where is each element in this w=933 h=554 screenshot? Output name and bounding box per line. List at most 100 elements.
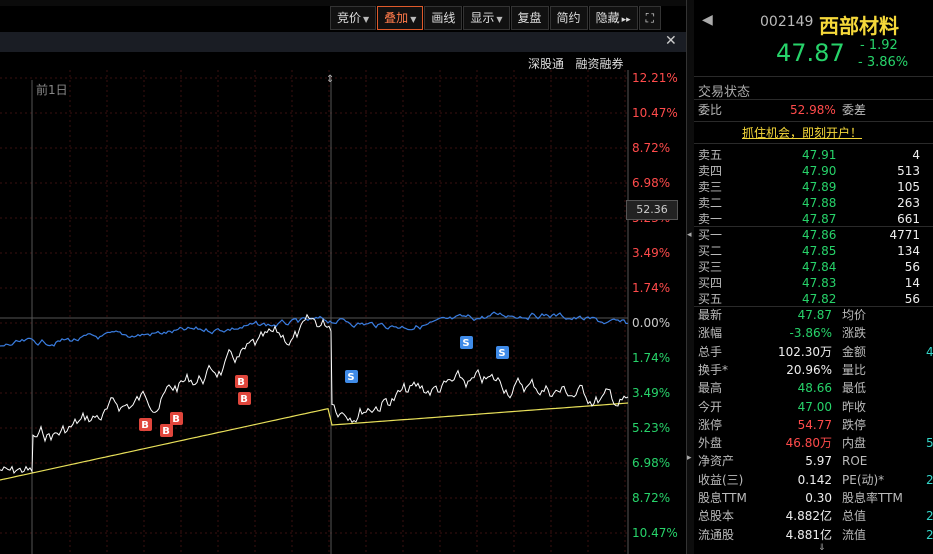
bids-price: 47.86 bbox=[802, 228, 837, 242]
stat-label: 今开 bbox=[698, 399, 723, 414]
stat-value: 102.30万 bbox=[778, 344, 832, 359]
close-icon[interactable]: ✕ bbox=[665, 33, 677, 49]
chevron-down-icon: ▼ bbox=[363, 15, 370, 24]
replay-button[interactable]: 复盘 bbox=[510, 6, 549, 30]
bids-price: 47.83 bbox=[802, 276, 837, 290]
stat-row: 收益(三) 0.142 PE(动)* 2 bbox=[698, 472, 933, 489]
stat-value: 4.881亿 bbox=[785, 527, 832, 542]
buy-marker: B bbox=[238, 392, 251, 405]
stat-label-2: 金额 bbox=[842, 344, 867, 359]
stat-label: 收益(三) bbox=[698, 472, 744, 487]
horizontal-grid bbox=[0, 77, 628, 534]
draw-line-button[interactable]: 画线 bbox=[424, 6, 463, 30]
stock-code: 002149 bbox=[760, 14, 814, 30]
overlay-button[interactable]: 叠加 ▼ bbox=[377, 6, 424, 30]
trade-status-label: 交易状态 bbox=[698, 85, 751, 100]
bids-volume: 134 bbox=[897, 244, 920, 258]
fullscreen-icon: ⛶ bbox=[645, 11, 655, 25]
buy-marker-text: B bbox=[141, 420, 149, 431]
bids-row[interactable]: 买四 47.83 14 bbox=[698, 275, 933, 292]
hide-button[interactable]: 隐藏 ▸▸ bbox=[588, 6, 638, 30]
stat-row: 总股本 4.882亿 总值 2 bbox=[698, 508, 933, 525]
y-axis-labels: 12.21% 10.47% 8.72% 6.98% 5.23% 3.49% 1.74% 0.0… bbox=[632, 71, 678, 540]
stat-row: 流通股 4.881亿 流值 2 bbox=[698, 527, 933, 544]
index-line bbox=[0, 311, 629, 347]
y-axis-label: 12.21% bbox=[632, 71, 678, 85]
collapse-left-icon[interactable]: ◂ bbox=[687, 230, 692, 240]
stat-label: 最新 bbox=[698, 308, 723, 322]
bids-row[interactable]: 买二 47.85 134 bbox=[698, 243, 933, 260]
stat-row: 总手 102.30万 金额 4 bbox=[698, 344, 933, 361]
stat-value-2: 2 bbox=[926, 527, 933, 542]
open-account-link[interactable]: 抓住机会，即刻开户！ bbox=[742, 124, 862, 141]
order-diff-label: 委差 bbox=[842, 103, 867, 117]
tag-margin-trading[interactable]: 融资融券 bbox=[575, 57, 623, 71]
sell-marker: S bbox=[496, 346, 509, 359]
stat-value: 47.87 bbox=[797, 308, 832, 322]
stat-row: 换手* 20.96% 量比 bbox=[698, 362, 933, 379]
stat-label-2: 跌停 bbox=[842, 417, 867, 432]
trade-markers: BBBBBSSS bbox=[139, 336, 509, 437]
asks-price: 47.88 bbox=[802, 196, 837, 210]
sell-marker-text: S bbox=[347, 372, 354, 383]
price-line bbox=[0, 313, 629, 475]
stat-label-2: 总值 bbox=[842, 509, 867, 524]
bids-volume: 56 bbox=[904, 260, 920, 274]
stat-label-2: 流值 bbox=[842, 527, 867, 542]
quote-panel: ◀ 002149 西部材料 47.87 - 1.92 - 3.86% 交易状态 … bbox=[694, 0, 933, 554]
stat-value-2: 5 bbox=[926, 436, 933, 451]
stat-label-2: 最低 bbox=[842, 381, 867, 396]
y-axis-label: 10.47% bbox=[632, 106, 678, 120]
tag-shenzhen-connect[interactable]: 深股通 bbox=[528, 57, 564, 71]
stat-label-2: 均价 bbox=[842, 308, 867, 322]
buy-marker: B bbox=[160, 424, 173, 437]
fullscreen-button[interactable]: ⛶ bbox=[638, 6, 662, 30]
chevron-down-icon: ▼ bbox=[410, 15, 417, 24]
stat-label-2: 量比 bbox=[842, 362, 867, 377]
bids-row[interactable]: 买三 47.84 56 bbox=[698, 259, 933, 276]
bids-level-label: 买三 bbox=[698, 260, 723, 274]
asks-row[interactable]: 卖三 47.89 105 bbox=[698, 179, 933, 196]
stat-value: 0.30 bbox=[805, 491, 832, 505]
asks-level-label: 卖三 bbox=[698, 180, 723, 194]
buy-marker: B bbox=[235, 375, 248, 388]
bid-button[interactable]: 竞价 ▼ bbox=[330, 6, 377, 30]
bids-row[interactable]: 买一 47.86 4771 bbox=[698, 227, 933, 244]
drag-handle-icon: ⇕ bbox=[326, 74, 334, 85]
sell-marker-text: S bbox=[462, 338, 469, 349]
buy-marker-text: B bbox=[237, 377, 245, 388]
stat-label: 外盘 bbox=[698, 436, 723, 451]
y-axis-label: 3.49% bbox=[632, 386, 670, 400]
scroll-down-icon[interactable]: ⇓ bbox=[818, 543, 826, 553]
bids-volume: 4771 bbox=[889, 228, 920, 242]
y-axis-label: 10.47% bbox=[632, 526, 678, 540]
intraday-chart[interactable]: 前1日 ⇕ BBBBBSSS 12.21%10.47%8.72%6.98%5.2… bbox=[0, 70, 690, 554]
prev-day-label: 前1日 bbox=[36, 82, 68, 97]
stat-label: 换手* bbox=[698, 362, 729, 377]
stat-value: 20.96% bbox=[786, 362, 832, 377]
simple-button[interactable]: 简约 bbox=[549, 6, 588, 30]
y-axis-label: 1.74% bbox=[632, 281, 670, 295]
asks-volume: 4 bbox=[912, 148, 920, 162]
collapse-right-icon[interactable]: ▸ bbox=[687, 453, 692, 463]
stat-label-2: 内盘 bbox=[842, 436, 867, 451]
buy-marker-text: B bbox=[162, 426, 170, 437]
bids-price: 47.84 bbox=[802, 260, 837, 274]
stat-label: 最高 bbox=[698, 381, 723, 396]
price-change: - 1.92 bbox=[860, 38, 898, 53]
asks-volume: 263 bbox=[897, 196, 920, 210]
prev-stock-icon[interactable]: ◀ bbox=[702, 12, 713, 28]
expand-icon: ▸▸ bbox=[621, 15, 631, 25]
stat-label: 股息TTM bbox=[698, 491, 747, 505]
asks-row[interactable]: 卖二 47.88 263 bbox=[698, 195, 933, 212]
asks-row[interactable]: 卖五 47.91 4 bbox=[698, 147, 933, 164]
asks-row[interactable]: 卖四 47.90 513 bbox=[698, 163, 933, 180]
stat-row: 最新 47.87 均价 bbox=[698, 307, 933, 324]
stat-label-2: 股息率TTM bbox=[842, 491, 903, 505]
asks-volume: 513 bbox=[897, 164, 920, 178]
y-axis-label: 1.74% bbox=[632, 351, 670, 365]
stat-label-2: 昨收 bbox=[842, 399, 867, 414]
display-button[interactable]: 显示 ▼ bbox=[463, 6, 510, 30]
percent-change: - 3.86% bbox=[858, 55, 909, 70]
bids-level-label: 买二 bbox=[698, 244, 723, 258]
